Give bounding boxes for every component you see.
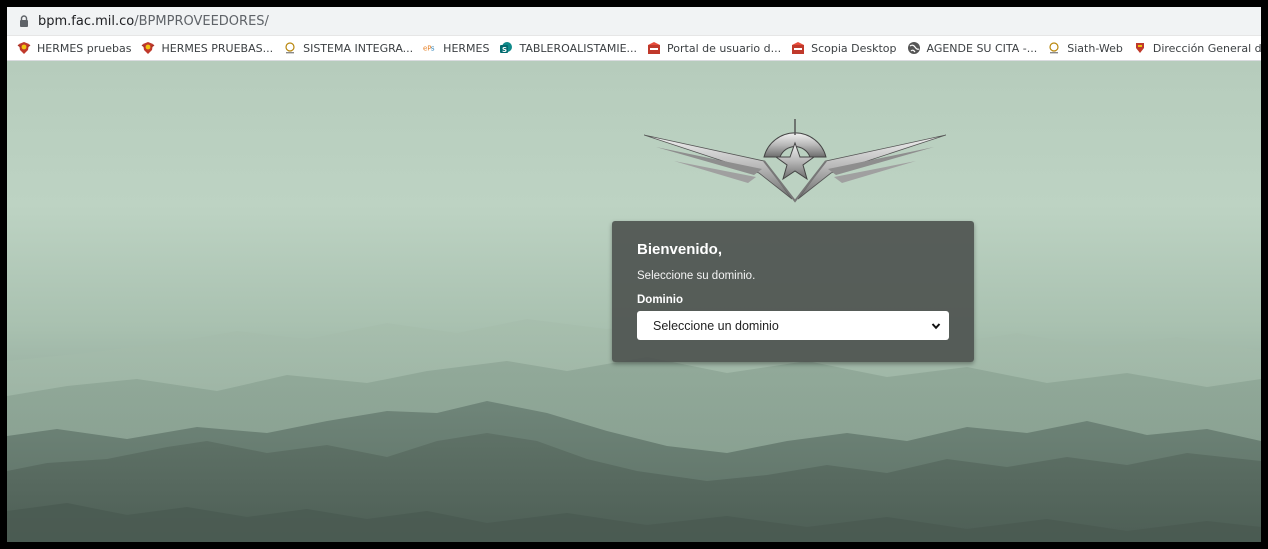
- lock-icon[interactable]: [16, 13, 32, 29]
- domain-label: Dominio: [637, 294, 683, 306]
- bookmark-label: Dirección General d...: [1152, 41, 1261, 55]
- bookmark-label: HERMES pruebas: [37, 41, 132, 55]
- url-host: bpm.fac.mil.co: [38, 13, 135, 29]
- shield-crest-icon: [141, 41, 155, 55]
- bookmark-label: Portal de usuario d...: [667, 41, 782, 55]
- welcome-subtitle: Seleccione su dominio.: [637, 270, 756, 282]
- bookmark-hermes[interactable]: eP s HERMES: [423, 38, 489, 58]
- bookmark-tableroalistamie[interactable]: S TABLEROALISTAMIE...: [499, 38, 637, 58]
- domain-select-value: Seleccione un dominio: [653, 318, 779, 333]
- bookmark-label: Siath-Web: [1067, 41, 1123, 55]
- bookmark-agende-su-cita[interactable]: AGENDE SU CITA -...: [907, 38, 1038, 58]
- bookmark-label: AGENDE SU CITA -...: [926, 41, 1038, 55]
- bookmark-scopia-desktop[interactable]: Scopia Desktop: [791, 38, 897, 58]
- domain-select[interactable]: Seleccione un dominio: [637, 311, 949, 340]
- address-bar[interactable]: bpm.fac.mil.co/BPMPROVEEDORES/: [7, 7, 1261, 36]
- bookmark-label: Scopia Desktop: [811, 41, 897, 55]
- eps-logo-icon: eP s: [423, 41, 437, 55]
- login-page: Bienvenido, Seleccione su dominio. Domin…: [7, 61, 1261, 542]
- bookmark-label: HERMES PRUEBAS...: [161, 41, 274, 55]
- red-portal-icon: [647, 41, 661, 55]
- bookmark-direccion-general[interactable]: Dirección General d...: [1133, 38, 1261, 58]
- bookmark-label: HERMES: [443, 41, 490, 55]
- browser-window: bpm.fac.mil.co/BPMPROVEEDORES/ HERMES pr…: [7, 7, 1261, 542]
- welcome-title: Bienvenido,: [637, 241, 723, 258]
- bookmark-label: SISTEMA INTEGRA...: [303, 41, 414, 55]
- air-force-emblem-logo: [644, 119, 946, 203]
- shield-crest-icon: [17, 41, 31, 55]
- shield-red-icon: [1133, 41, 1147, 55]
- bookmarks-bar: HERMES pruebas HERMES PRUEBAS... SISTEMA…: [7, 36, 1261, 61]
- bookmark-hermes-pruebas-2[interactable]: HERMES PRUEBAS...: [141, 38, 273, 58]
- url-text[interactable]: bpm.fac.mil.co/BPMPROVEEDORES/: [38, 14, 269, 29]
- bookmark-siath-web[interactable]: Siath-Web: [1047, 38, 1123, 58]
- bookmark-hermes-pruebas[interactable]: HERMES pruebas: [17, 38, 131, 58]
- globe-icon: [907, 41, 921, 55]
- bookmark-label: TABLEROALISTAMIE...: [519, 41, 638, 55]
- globe-emblem-icon: [1047, 41, 1061, 55]
- svg-text:s: s: [431, 45, 435, 53]
- sharepoint-icon: S: [499, 41, 513, 55]
- globe-emblem-icon: [283, 41, 297, 55]
- login-panel: Bienvenido, Seleccione su dominio. Domin…: [612, 221, 974, 362]
- svg-text:S: S: [502, 46, 507, 54]
- bookmark-sistema-integra[interactable]: SISTEMA INTEGRA...: [283, 38, 413, 58]
- red-portal-icon: [791, 41, 805, 55]
- url-path: /BPMPROVEEDORES/: [134, 13, 269, 29]
- chevron-down-icon: [931, 320, 941, 334]
- bookmark-portal-de-usuario[interactable]: Portal de usuario d...: [647, 38, 781, 58]
